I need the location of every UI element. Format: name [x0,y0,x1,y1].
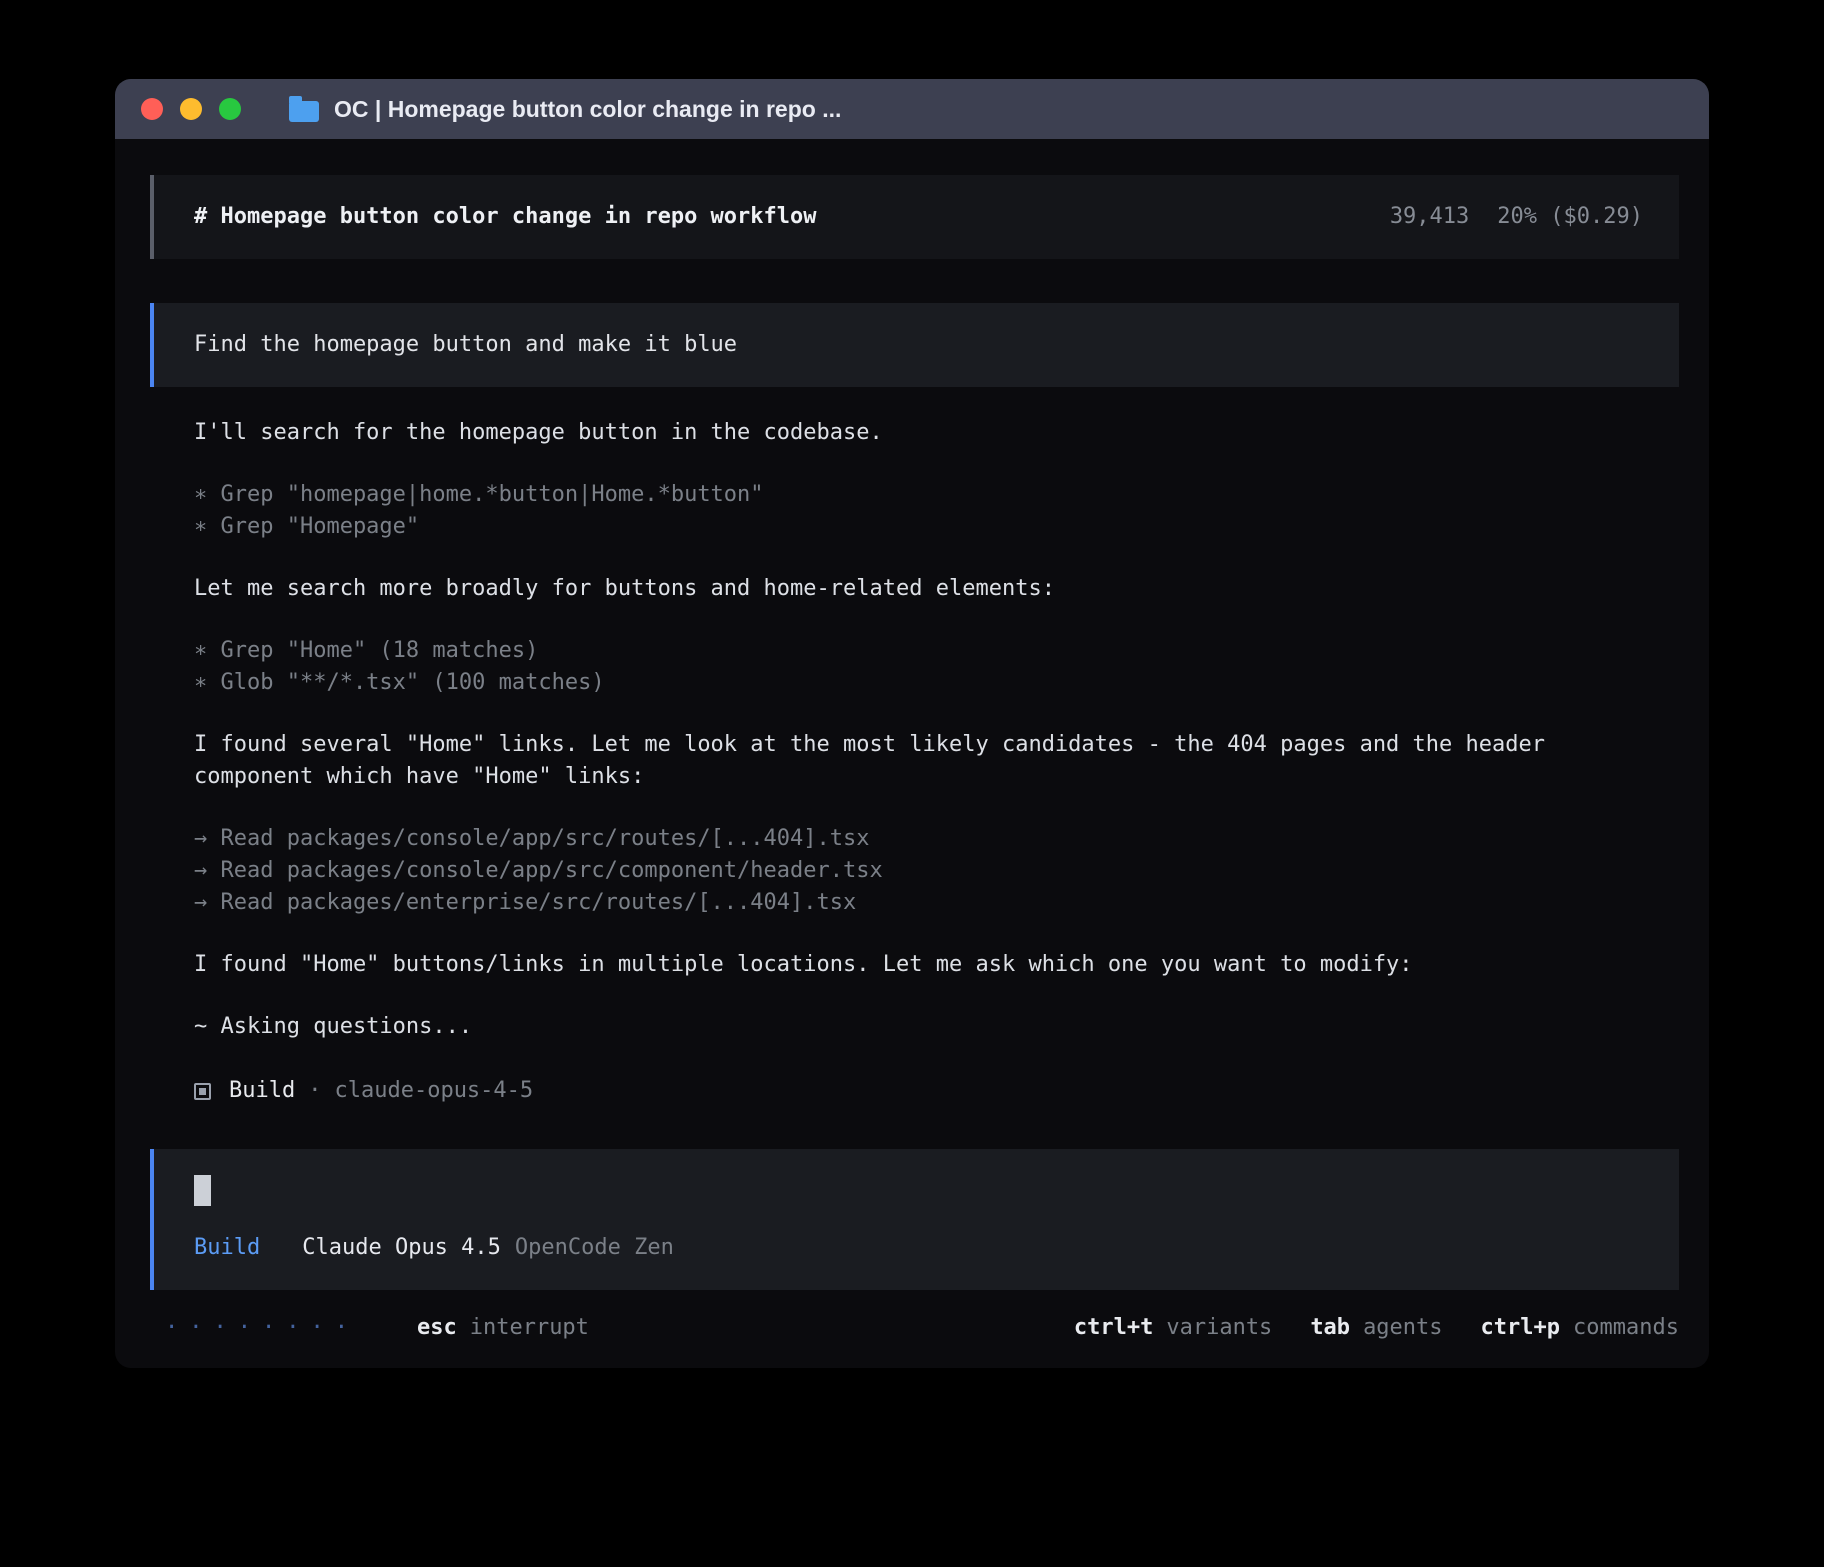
tool-call-grep: ∗ Grep "Homepage" [194,511,1679,543]
progress-dots: ········ [165,1312,359,1344]
shortcut-label: agents [1363,1312,1442,1344]
assistant-text: Let me search more broadly for buttons a… [194,573,1679,605]
tool-call-group: ∗ Grep "homepage|home.*button|Home.*butt… [194,479,1679,543]
token-count: 39,413 [1390,201,1469,233]
window-titlebar[interactable]: OC | Homepage button color change in rep… [115,79,1709,139]
shortcut-key: tab [1310,1312,1350,1344]
session-title: # Homepage button color change in repo w… [194,201,817,233]
tool-call-grep: ∗ Grep "homepage|home.*button|Home.*butt… [194,479,1679,511]
folder-icon [289,101,319,122]
tool-call-read: → Read packages/enterprise/src/routes/[.… [194,887,1679,919]
provider-label: OpenCode Zen [515,1232,674,1264]
agent-name: Build [229,1075,295,1107]
assistant-paragraph: ~ Asking questions... [194,1011,1679,1043]
spinner-status-text: ~ Asking questions... [194,1011,1679,1043]
shortcut-variants: ctrl+t variants [1074,1312,1272,1344]
titlebar-title-group: OC | Homepage button color change in rep… [289,96,841,123]
tool-call-grep: ∗ Grep "Home" (18 matches) [194,635,1679,667]
tool-call-read: → Read packages/console/app/src/componen… [194,855,1679,887]
agent-icon [194,1083,211,1100]
input-meta-row: Build Claude Opus 4.5 OpenCode Zen [194,1232,1643,1264]
assistant-text: I found several "Home" links. Let me loo… [194,729,1674,793]
assistant-paragraph: I'll search for the homepage button in t… [194,417,1679,449]
shortcut-key: ctrl+t [1074,1312,1153,1344]
prompt-input[interactable]: Build Claude Opus 4.5 OpenCode Zen [150,1149,1679,1290]
assistant-paragraph: I found "Home" buttons/links in multiple… [194,949,1679,981]
tool-call-glob: ∗ Glob "**/*.tsx" (100 matches) [194,667,1679,699]
shortcut-label: commands [1573,1312,1679,1344]
assistant-paragraph: Let me search more broadly for buttons a… [194,573,1679,605]
session-meta: 39,413 20% ($0.29) [1390,201,1643,233]
close-window-button[interactable] [141,98,163,120]
tool-call-group: ∗ Grep "Home" (18 matches) ∗ Glob "**/*.… [194,635,1679,699]
minimize-window-button[interactable] [180,98,202,120]
shortcut-label: variants [1166,1312,1272,1344]
context-usage: 20% ($0.29) [1497,201,1643,233]
esc-key-label: interrupt [470,1312,589,1344]
shortcut-key: ctrl+p [1481,1312,1560,1344]
assistant-text: I found "Home" buttons/links in multiple… [194,949,1679,981]
status-bar-left: ········ esc interrupt [165,1312,589,1344]
model-label: Claude Opus 4.5 [302,1232,501,1264]
assistant-paragraph: I found several "Home" links. Let me loo… [194,729,1679,793]
agent-model: claude-opus-4-5 [334,1075,533,1107]
tool-call-group: → Read packages/console/app/src/routes/[… [194,823,1679,919]
window-title: OC | Homepage button color change in rep… [334,96,841,123]
agent-status-line: Build · claude-opus-4-5 [194,1075,1679,1107]
terminal-window: OC | Homepage button color change in rep… [115,79,1709,1368]
separator-dot: · [308,1075,321,1107]
text-cursor [194,1175,211,1206]
zoom-window-button[interactable] [219,98,241,120]
terminal-content: # Homepage button color change in repo w… [115,139,1709,1368]
assistant-text: I'll search for the homepage button in t… [194,417,1679,449]
status-bar: ········ esc interrupt ctrl+t variants t… [150,1290,1679,1344]
agent-mode-label: Build [194,1232,260,1264]
shortcut-commands: ctrl+p commands [1481,1312,1679,1344]
user-message: Find the homepage button and make it blu… [150,303,1679,387]
shortcut-agents: tab agents [1310,1312,1442,1344]
tool-call-read: → Read packages/console/app/src/routes/[… [194,823,1679,855]
status-bar-right: ctrl+t variants tab agents ctrl+p comman… [1036,1312,1679,1344]
traffic-lights [141,98,241,120]
esc-key-hint: esc [417,1312,457,1344]
session-header: # Homepage button color change in repo w… [150,175,1679,259]
